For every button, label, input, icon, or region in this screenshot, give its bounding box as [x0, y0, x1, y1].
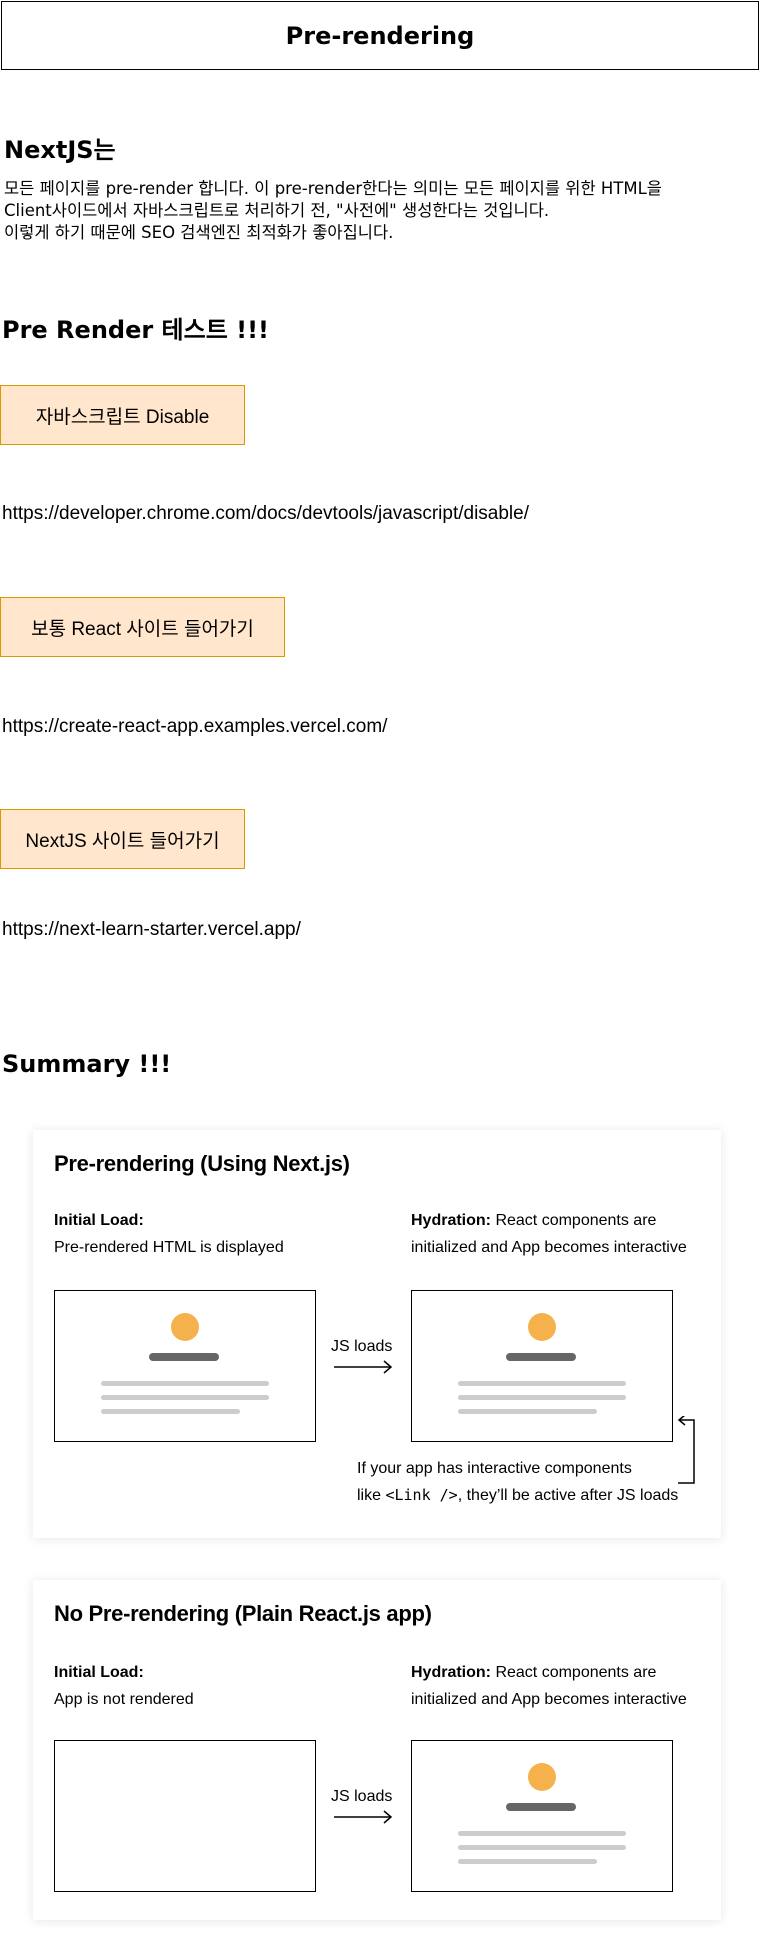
note-line: If your app has interactive components: [357, 1460, 632, 1477]
link-component-code: <Link />: [385, 1486, 458, 1504]
intro-line: 이렇게 하기 때문에 SEO 검색엔진 최적화가 좋아집니다.: [4, 223, 394, 242]
empty-page-mock: [54, 1740, 316, 1892]
no-prerender-card: No Pre-rendering (Plain React.js app) In…: [33, 1580, 721, 1920]
loop-back-arrow-icon: [677, 1416, 695, 1484]
hydration-text: React components are: [491, 1212, 657, 1229]
heading-placeholder: [506, 1353, 576, 1361]
hydration-title: Hydration:: [411, 1664, 491, 1681]
hydration-title: Hydration:: [411, 1212, 491, 1229]
text-line-placeholder: [101, 1395, 269, 1400]
initial-page-mock: [54, 1290, 316, 1442]
text-line-placeholder: [458, 1845, 626, 1850]
hydrated-page-mock: [411, 1740, 673, 1892]
initial-load-title: Initial Load:: [54, 1664, 144, 1681]
right-arrow-icon: [334, 1360, 393, 1374]
intro-heading: NextJS는: [4, 136, 116, 164]
note-line: like <Link />, they’ll be active after J…: [357, 1482, 678, 1509]
hydration-text: React components are: [491, 1664, 657, 1681]
page-title-text: Pre-rendering: [285, 21, 475, 50]
avatar-placeholder: [528, 1313, 556, 1341]
nextjs-site-link[interactable]: https://next-learn-starter.vercel.app/: [2, 919, 301, 941]
prerender-card: Pre-rendering (Using Next.js) Initial Lo…: [33, 1130, 721, 1538]
react-site-button[interactable]: 보통 React 사이트 들어가기: [0, 597, 285, 657]
interactive-note: If your app has interactive components l…: [357, 1455, 678, 1509]
initial-load-desc: Pre-rendered HTML is displayed: [54, 1239, 284, 1256]
avatar-placeholder: [528, 1763, 556, 1791]
page-title: Pre-rendering: [1, 1, 759, 70]
text-line-placeholder: [458, 1831, 626, 1836]
intro-line: 모든 페이지를 pre-render 합니다. 이 pre-render한다는 …: [4, 179, 662, 198]
text-line-placeholder: [458, 1395, 626, 1400]
text-line-placeholder: [458, 1381, 626, 1386]
text-line-placeholder: [458, 1409, 597, 1414]
initial-load-title: Initial Load:: [54, 1212, 144, 1229]
react-site-link[interactable]: https://create-react-app.examples.vercel…: [2, 716, 387, 738]
intro-paragraph: 모든 페이지를 pre-render 합니다. 이 pre-render한다는 …: [4, 178, 760, 244]
js-loads-label: JS loads: [331, 1338, 393, 1355]
right-arrow-icon: [334, 1810, 393, 1824]
card-title: No Pre-rendering (Plain React.js app): [54, 1601, 432, 1626]
initial-load-desc: App is not rendered: [54, 1691, 194, 1708]
summary-heading: Summary !!!: [2, 1050, 172, 1078]
heading-placeholder: [149, 1353, 219, 1361]
js-loads-label: JS loads: [331, 1788, 393, 1805]
hydrated-page-mock: [411, 1290, 673, 1442]
nextjs-site-button[interactable]: NextJS 사이트 들어가기: [0, 809, 245, 869]
js-disable-button[interactable]: 자바스크립트 Disable: [0, 385, 245, 445]
note-suffix: , they’ll be active after JS loads: [457, 1487, 679, 1504]
text-line-placeholder: [101, 1381, 269, 1386]
initial-load-label: Initial Load: Pre-rendered HTML is displ…: [54, 1207, 284, 1261]
initial-load-label: Initial Load: App is not rendered: [54, 1659, 194, 1713]
hydration-label: Hydration: React components are initiali…: [411, 1659, 687, 1713]
js-disable-link[interactable]: https://developer.chrome.com/docs/devtoo…: [2, 503, 529, 525]
hydration-desc: initialized and App becomes interactive: [411, 1239, 687, 1256]
text-line-placeholder: [101, 1409, 240, 1414]
avatar-placeholder: [171, 1313, 199, 1341]
card-title: Pre-rendering (Using Next.js): [54, 1151, 350, 1176]
hydration-desc: initialized and App becomes interactive: [411, 1691, 687, 1708]
test-heading: Pre Render 테스트 !!!: [2, 316, 269, 344]
heading-placeholder: [506, 1803, 576, 1811]
note-prefix: like: [357, 1487, 386, 1504]
text-line-placeholder: [458, 1859, 597, 1864]
intro-line: Client사이드에서 자바스크립트로 처리하기 전, "사전에" 생성한다는 …: [4, 201, 550, 220]
hydration-label: Hydration: React components are initiali…: [411, 1207, 687, 1261]
